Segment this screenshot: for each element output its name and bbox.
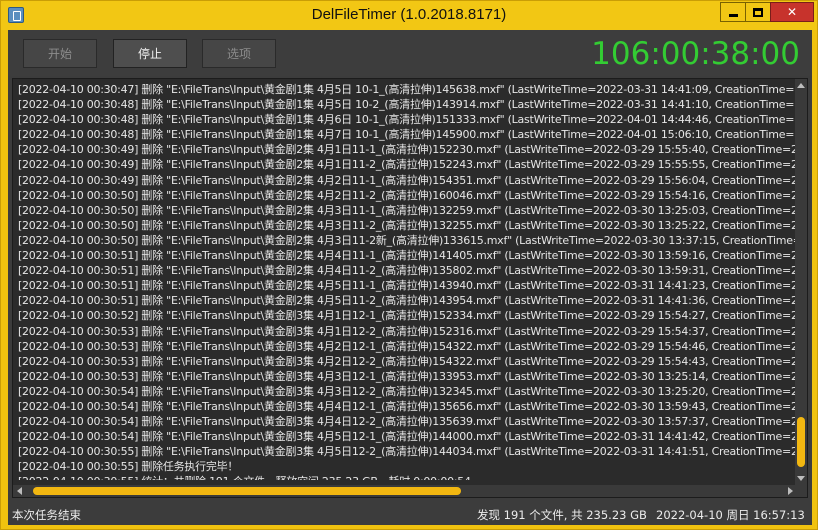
horizontal-scroll-thumb[interactable] <box>33 487 461 495</box>
log-line: [2022-04-10 00:30:54] 删除 "E:\FileTrans\I… <box>18 399 796 413</box>
log-line: [2022-04-10 00:30:51] 删除 "E:\FileTrans\I… <box>18 264 796 278</box>
log-line: [2022-04-10 00:30:54] 删除 "E:\FileTrans\I… <box>18 430 796 444</box>
log-line: [2022-04-10 00:30:55] 删除任务执行完毕！ <box>18 460 239 474</box>
scroll-right-icon[interactable] <box>788 487 793 495</box>
log-line: [2022-04-10 00:30:53] 删除 "E:\FileTrans\I… <box>18 339 796 353</box>
log-line: [2022-04-10 00:30:54] 删除 "E:\FileTrans\I… <box>18 384 796 398</box>
toolbar: 开始 停止 选项 106:00:38:00 <box>8 30 812 76</box>
log-line: [2022-04-10 00:30:49] 删除 "E:\FileTrans\I… <box>18 143 796 157</box>
close-button[interactable]: ✕ <box>770 2 814 22</box>
log-line: [2022-04-10 00:30:48] 删除 "E:\FileTrans\I… <box>18 113 796 127</box>
vertical-scrollbar[interactable] <box>795 79 807 485</box>
log-line: [2022-04-10 00:30:50] 删除 "E:\FileTrans\I… <box>18 203 796 217</box>
log-line: [2022-04-10 00:30:51] 删除 "E:\FileTrans\I… <box>18 279 796 293</box>
log-line: [2022-04-10 00:30:50] 删除 "E:\FileTrans\I… <box>18 218 796 232</box>
log-line: [2022-04-10 00:30:49] 删除 "E:\FileTrans\I… <box>18 158 796 172</box>
scrollbar-corner <box>795 485 807 497</box>
log-line: [2022-04-10 00:30:51] 删除 "E:\FileTrans\I… <box>18 294 796 308</box>
scroll-up-icon[interactable] <box>797 83 805 88</box>
log-line: [2022-04-10 00:30:53] 删除 "E:\FileTrans\I… <box>18 324 796 338</box>
close-icon: ✕ <box>786 5 798 19</box>
log-line: [2022-04-10 00:30:55] 统计：共删除 191 个文件，释放空… <box>18 474 796 480</box>
status-file-summary: 发现 191 个文件, 共 235.23 GB <box>477 508 647 522</box>
log-line: [2022-04-10 00:30:52] 删除 "E:\FileTrans\I… <box>18 309 796 323</box>
client-area: 开始 停止 选项 106:00:38:00 [2022-04-10 00:30:… <box>8 30 812 525</box>
vertical-scroll-thumb[interactable] <box>797 417 805 467</box>
status-message: 本次任务结束 <box>12 508 81 522</box>
log-line: [2022-04-10 00:30:49] 删除 "E:\FileTrans\I… <box>18 173 796 187</box>
log-line: [2022-04-10 00:30:55] 删除 "E:\FileTrans\I… <box>18 445 796 459</box>
log-line: [2022-04-10 00:30:53] 删除 "E:\FileTrans\I… <box>18 354 796 368</box>
minimize-icon <box>728 13 738 17</box>
log-list[interactable]: [2022-04-10 00:30:47] 删除 "E:\FileTrans\I… <box>18 82 796 480</box>
log-line: [2022-04-10 00:30:51] 删除 "E:\FileTrans\I… <box>18 249 796 263</box>
log-panel[interactable]: [2022-04-10 00:30:47] 删除 "E:\FileTrans\I… <box>12 78 808 498</box>
minimize-button[interactable] <box>720 2 746 22</box>
scroll-left-icon[interactable] <box>17 487 22 495</box>
maximize-button[interactable] <box>745 2 771 22</box>
stop-button[interactable]: 停止 <box>113 39 187 68</box>
log-line: [2022-04-10 00:30:48] 删除 "E:\FileTrans\I… <box>18 98 796 112</box>
log-line: [2022-04-10 00:30:53] 删除 "E:\FileTrans\I… <box>18 369 796 383</box>
log-line: [2022-04-10 00:30:50] 删除 "E:\FileTrans\I… <box>18 233 796 247</box>
start-button[interactable]: 开始 <box>23 39 97 68</box>
horizontal-scrollbar[interactable] <box>13 485 797 497</box>
window-title: DelFileTimer (1.0.2018.8171) <box>311 6 507 23</box>
countdown-timer: 106:00:38:00 <box>591 36 800 72</box>
log-line: [2022-04-10 00:30:48] 删除 "E:\FileTrans\I… <box>18 128 796 142</box>
maximize-icon <box>753 7 763 17</box>
options-button[interactable]: 选项 <box>202 39 276 68</box>
scroll-down-icon[interactable] <box>797 476 805 481</box>
status-datetime: 2022-04-10 周日 16:57:13 <box>656 508 805 522</box>
log-line: [2022-04-10 00:30:50] 删除 "E:\FileTrans\I… <box>18 188 796 202</box>
app-window: DelFileTimer (1.0.2018.8171) ✕ 开始 停止 选项 … <box>0 0 818 530</box>
title-bar[interactable]: DelFileTimer (1.0.2018.8171) ✕ <box>1 1 817 30</box>
log-line: [2022-04-10 00:30:54] 删除 "E:\FileTrans\I… <box>18 415 796 429</box>
status-bar: 本次任务结束 发现 191 个文件, 共 235.23 GB 2022-04-1… <box>8 502 812 525</box>
log-line: [2022-04-10 00:30:47] 删除 "E:\FileTrans\I… <box>18 83 796 96</box>
